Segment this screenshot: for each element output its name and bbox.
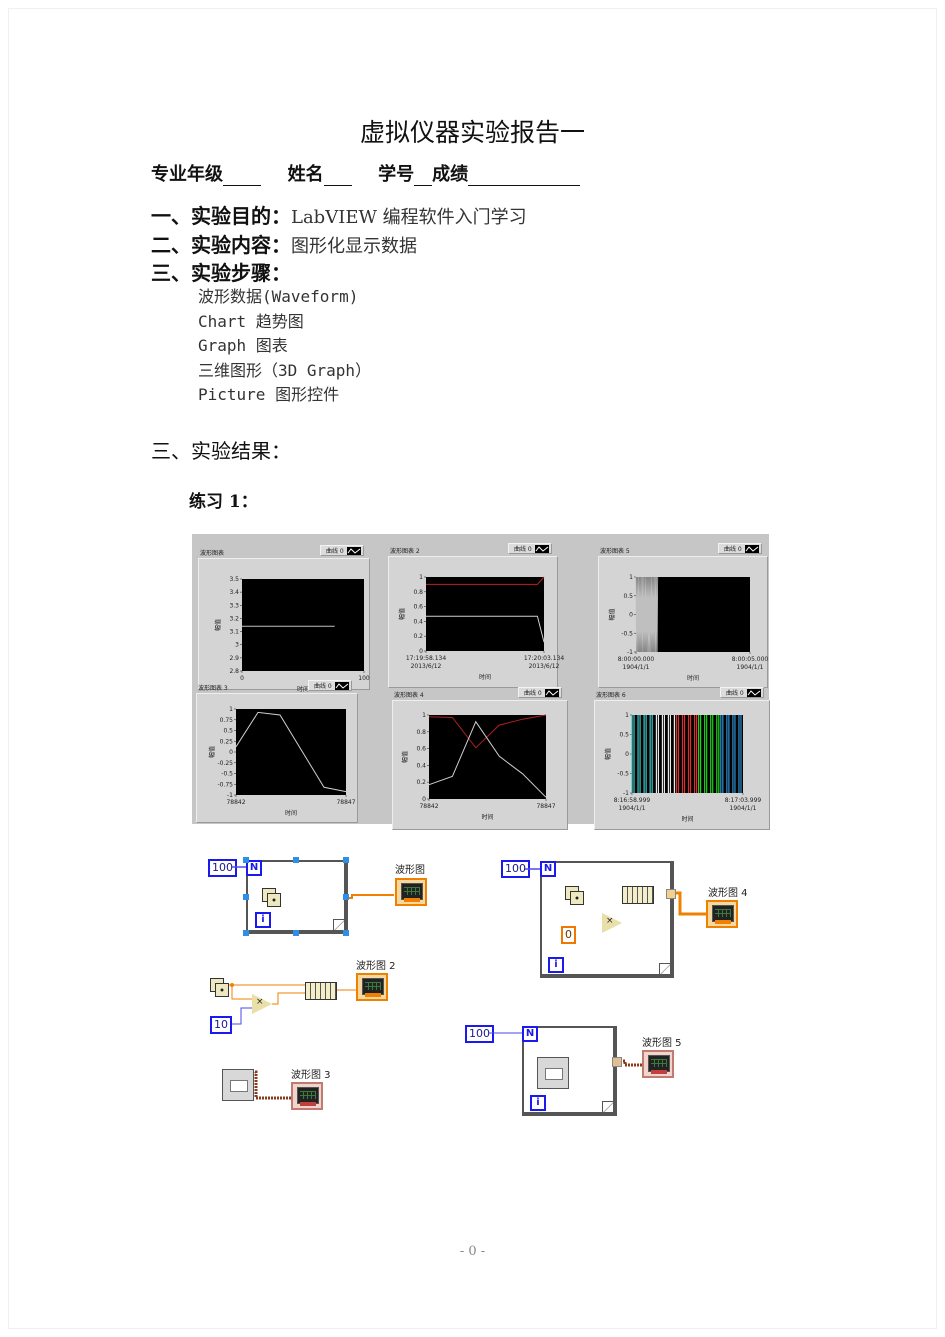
loop-tunnel[interactable] xyxy=(612,1057,622,1067)
loop-iteration-terminal[interactable]: i xyxy=(530,1095,546,1111)
wires-5 xyxy=(489,1032,642,1067)
loop-resize-corner[interactable] xyxy=(602,1101,613,1112)
page-number: - 0 - xyxy=(459,1244,486,1259)
waveform-generator-icon[interactable] xyxy=(537,1057,569,1089)
waveform-graph-5-icon[interactable] xyxy=(642,1050,674,1078)
graph-label: 波形图 5 xyxy=(642,1038,682,1049)
loop-count-terminal[interactable]: N xyxy=(522,1026,538,1042)
wire xyxy=(620,1059,642,1067)
